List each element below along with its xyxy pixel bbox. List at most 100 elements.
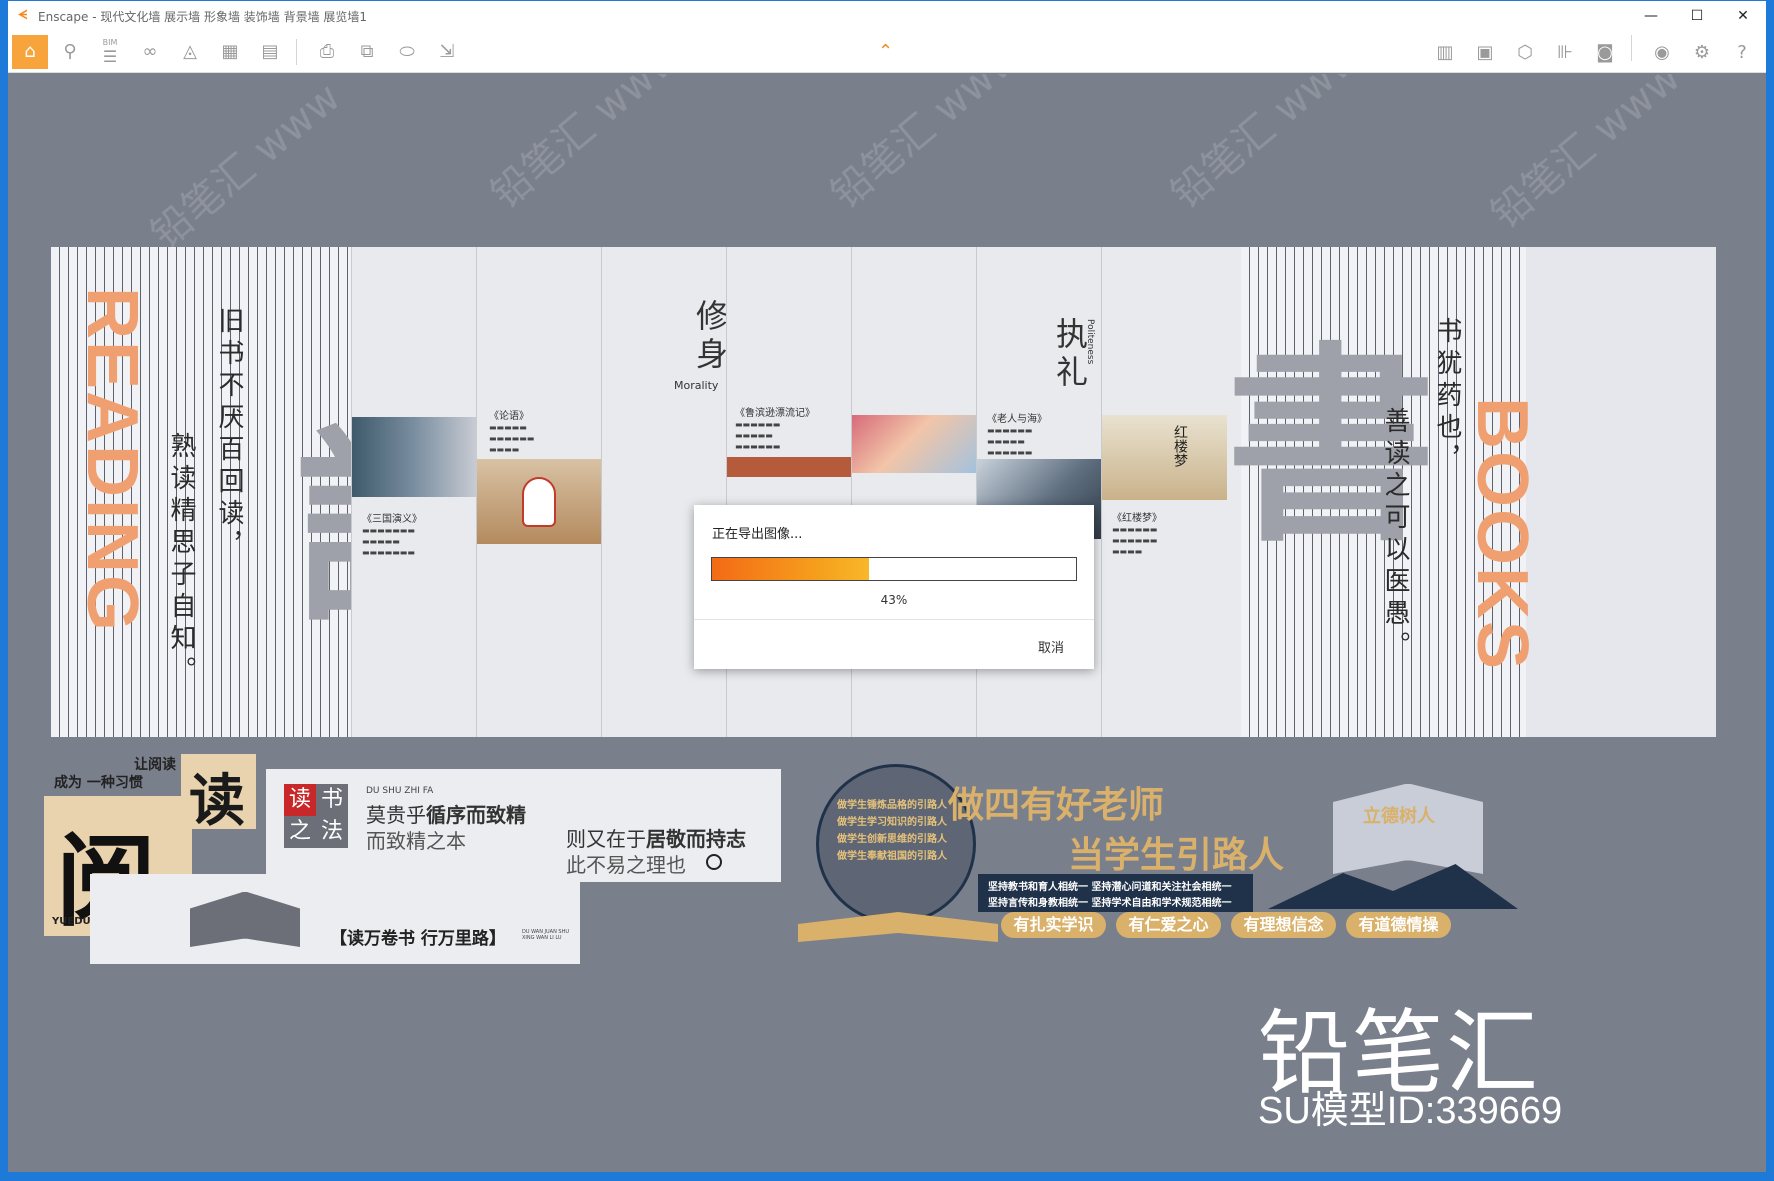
pill-2: 有仁爱之心 [1116, 912, 1221, 938]
lubinxun-image [727, 457, 852, 477]
laoren-desc: ▬▬▬▬▬▬ ▬▬▬▬▬ ▬▬▬▬▬▬ [987, 426, 1033, 457]
pill-1: 有扎实学识 [1001, 912, 1106, 938]
collapse-chevron-icon[interactable]: ⌃ [878, 41, 893, 62]
seal-shu: 书 [316, 784, 348, 816]
toolbar-divider [296, 38, 297, 65]
sanguo-title: 《三国演义》 [362, 514, 422, 525]
dushu-line-1a: 莫贵乎 [366, 803, 426, 827]
export-progress-dialog: 正在导出图像... 43% 取消 [694, 505, 1094, 669]
panorama-icon[interactable]: ⬭ [389, 35, 425, 69]
panel-honglou: 红楼梦 《红楼梦》 ▬▬▬▬▬▬ ▬▬▬▬▬▬ ▬▬▬▬ [1101, 247, 1241, 737]
link-icon[interactable]: ⚲ [52, 35, 88, 69]
headline-1: 做四有好老师 [948, 785, 1165, 826]
progress-percent: 43% [880, 593, 908, 607]
honglou-title: 《红楼梦》 [1112, 513, 1162, 524]
bim-icon[interactable]: BIM ☰ [92, 35, 128, 69]
dialog-divider [694, 619, 1094, 620]
slogan-line-2: 成为 一种习惯 [54, 775, 143, 791]
dushu-en: DU SHU ZHI FA [366, 786, 434, 796]
books-en-title: BOOKS [1462, 397, 1542, 672]
pill-3: 有理想信念 [1231, 912, 1336, 938]
circle-line-1: 做学生锤炼品格的引路人 [837, 800, 947, 811]
render-viewport[interactable]: 铅笔汇 www 铅笔汇 www 铅笔汇 www 铅笔汇 www 铅笔汇 www … [8, 74, 1766, 1172]
asset-library-icon[interactable]: ▤ [252, 35, 288, 69]
lunyu-title: 《论语》 [489, 411, 529, 422]
lideshuren: 立德树人 [1363, 806, 1435, 827]
sanguo-image [352, 417, 477, 497]
dushu-zhifa-card: 读 书 之 法 DU SHU ZHI FA 莫贵乎循序而致精 而致精之本 则又在… [266, 769, 781, 882]
zhili-en: Politeness [1085, 319, 1095, 365]
enscape-window: ᗕ Enscape - 现代文化墙 展示墙 形象墙 装饰墙 背景墙 展览墙1 —… [7, 0, 1767, 1172]
seal-fa: 法 [316, 816, 348, 848]
material-icon[interactable]: ▦ [212, 35, 248, 69]
views-icon[interactable]: ▣ [1467, 35, 1503, 69]
binoculars-icon[interactable]: ∞ [132, 35, 168, 69]
watermark-logo: 铅笔汇 www [1162, 74, 1370, 218]
cube-icon[interactable]: ⬡ [1507, 35, 1543, 69]
lideshuren-book-icon [1333, 784, 1483, 874]
enscape-logo-icon: ᗕ [18, 8, 28, 23]
banner-line-1: 坚持教书和育人相统一 坚持潜心问道和关注社会相统一 [988, 882, 1232, 893]
progress-bar [711, 557, 1077, 581]
toolbar: ⌂ ⚲ BIM ☰ ∞ ◬ ▦ ▤ ⎙ ⧉ ⬭ ⇲ ⌃ ▥ ▣ ⬡ ⊪ ◙ ◉ ⚙… [8, 31, 1766, 73]
toolbar-divider-right [1631, 35, 1632, 61]
progress-fill [712, 558, 869, 580]
help-icon[interactable]: ? [1724, 35, 1760, 69]
confucius-image [477, 459, 602, 544]
teacher-slogan-board: 做学生锤炼品格的引路人 做学生学习知识的引路人 做学生创新思维的引路人 做学生奉… [798, 764, 1528, 974]
export-icon[interactable]: ⇲ [429, 35, 465, 69]
right-poem-line-2: 善读之可以医愚。 [1380, 407, 1410, 663]
dushu-line-1: 莫贵乎循序而致精 [366, 799, 526, 828]
open-book-icon [190, 892, 300, 947]
minimize-icon[interactable]: — [1628, 1, 1674, 31]
atmosphere-icon[interactable]: ◬ [172, 35, 208, 69]
confucius-figure [522, 477, 556, 527]
circle-lines: 做学生锤炼品格的引路人 做学生学习知识的引路人 做学生创新思维的引路人 做学生奉… [837, 797, 947, 865]
watermark-logo: 铅笔汇 www [1482, 74, 1690, 238]
seal-zhi: 之 [284, 816, 316, 848]
banner-line-2: 坚持言传和身教相统一 坚持学术自由和学术规范相统一 [988, 898, 1232, 909]
headline-2: 当学生引路人 [1068, 835, 1285, 876]
watermark-logo: 铅笔汇 www [822, 74, 1030, 218]
lubinxun-desc: ▬▬▬▬▬▬ ▬▬▬▬▬ ▬▬▬▬▬▬ [735, 420, 781, 451]
xiushen-en: Morality [674, 379, 719, 392]
bottom-slogan-en: DU WAN JUAN SHU XING WAN LI LU [522, 929, 569, 941]
vr-headset-icon[interactable]: ◙ [1587, 35, 1623, 69]
toolbar-right: ▥ ▣ ⬡ ⊪ ◙ ◉ ⚙ ? [1423, 35, 1760, 69]
dream-image [852, 415, 977, 473]
dushu-line-3b: 居敬而持志 [646, 827, 746, 851]
batch-render-icon[interactable]: ⧉ [349, 35, 385, 69]
dialog-title: 正在导出图像... [712, 527, 803, 542]
home-icon[interactable]: ⌂ [12, 34, 48, 69]
du-character: 读 [189, 768, 245, 834]
lubinxun-title: 《鲁滨逊漂流记》 [735, 408, 815, 419]
left-poem-line-2: 熟读精思子自知。 [166, 432, 196, 688]
chart-icon[interactable]: ⊪ [1547, 35, 1583, 69]
dushu-line-2: 而致精之本 [366, 829, 466, 853]
reading-en-title: READING [72, 287, 152, 634]
model-id-watermark: SU模型ID:339669 [1258, 1090, 1563, 1132]
map-icon[interactable]: ▥ [1427, 35, 1463, 69]
dushu-line-3a: 则又在于 [566, 827, 646, 851]
dushu-slogan-card: 【读万卷书 行万里路】 DU WAN JUAN SHU XING WAN LI … [90, 874, 580, 964]
panel-sanguo: 《三国演义》 ▬▬▬▬▬▬▬ ▬▬▬▬▬ ▬▬▬▬▬▬▬ [351, 247, 477, 737]
maximize-icon[interactable]: ☐ [1674, 1, 1720, 31]
dushu-zhifa-seal: 读 书 之 法 [284, 784, 348, 848]
gear-icon[interactable]: ⚙ [1684, 35, 1720, 69]
du-tile: 读 [181, 754, 256, 834]
book-base-icon [798, 912, 998, 942]
title-bar: ᗕ Enscape - 现代文化墙 展示墙 形象墙 装饰墙 背景墙 展览墙1 —… [8, 1, 1766, 31]
circle-mark-icon [706, 854, 722, 870]
circle-line-3: 做学生创新思维的引路人 [837, 834, 947, 845]
close-icon[interactable]: ✕ [1720, 1, 1766, 31]
panel-lunyu: 《论语》 ▬▬▬▬▬ ▬▬▬▬▬▬ ▬▬▬▬ [476, 247, 602, 737]
dushu-line-4: 此不易之理也 [566, 853, 686, 877]
dushu-line-1b: 循序而致精 [426, 803, 526, 827]
screenshot-icon[interactable]: ⎙ [309, 35, 345, 69]
pill-4: 有道德情操 [1346, 912, 1451, 938]
honglou-cover-text: 红楼梦 [1172, 425, 1188, 467]
visual-settings-icon[interactable]: ◉ [1644, 35, 1680, 69]
watermark-logo: 铅笔汇 www [142, 74, 350, 258]
dushu-line-3: 则又在于居敬而持志 [566, 823, 746, 852]
cancel-button[interactable]: 取消 [1038, 637, 1064, 656]
